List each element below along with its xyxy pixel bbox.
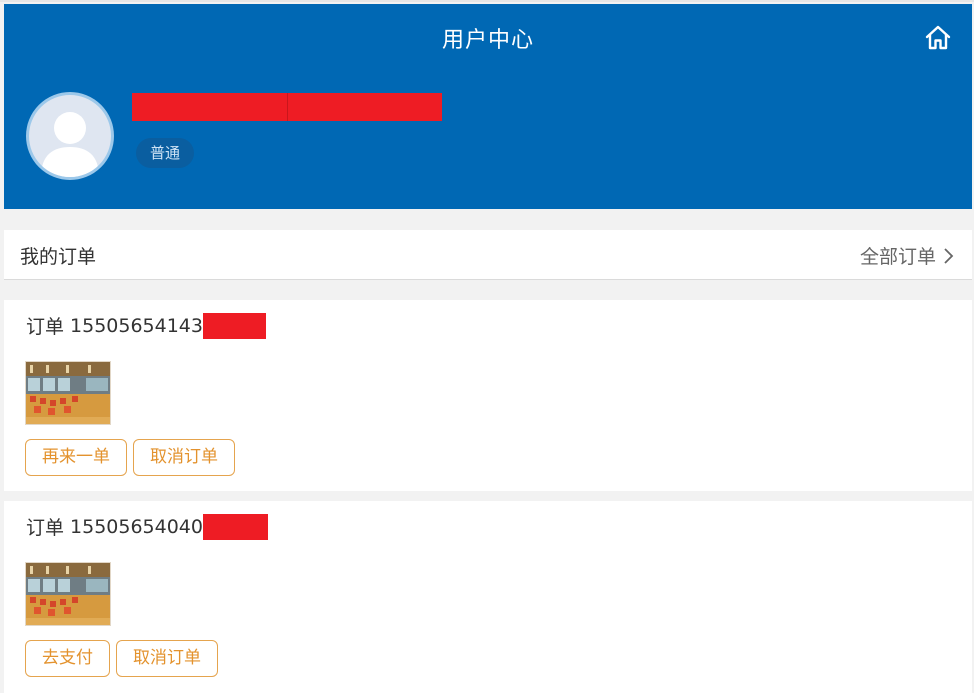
cancel-order-button[interactable]: 取消订单: [133, 439, 235, 476]
product-thumbnail[interactable]: [25, 361, 111, 425]
redacted-order-suffix: [203, 513, 268, 540]
cancel-order-button[interactable]: 取消订单: [116, 640, 218, 677]
all-orders-label: 全部订单: [859, 246, 936, 268]
order-number: 15505654143: [70, 314, 203, 337]
order-prefix: 订单: [26, 316, 65, 338]
order-actions: 去支付 取消订单: [25, 640, 218, 677]
my-orders-title: 我的订单: [20, 246, 97, 268]
default-avatar-icon: [41, 112, 99, 177]
reorder-button[interactable]: 再来一单: [25, 439, 127, 476]
chevron-right-icon: [944, 247, 954, 264]
order-id: 订单 15505654040: [26, 513, 268, 540]
my-orders-bar: 我的订单 全部订单: [4, 230, 972, 280]
order-card: 订单 15505654040 去支付 取消订单: [4, 501, 972, 693]
user-center-header: 用户中心 普通: [4, 4, 972, 209]
member-level-badge: 普通: [136, 138, 195, 168]
all-orders-link[interactable]: 全部订单: [860, 242, 954, 269]
venue-photo-image: [26, 362, 110, 424]
redacted-username: [132, 93, 442, 121]
avatar[interactable]: [26, 92, 114, 180]
order-number: 15505654040: [70, 515, 203, 538]
product-thumbnail[interactable]: [25, 562, 111, 626]
home-icon: [925, 25, 951, 50]
order-id: 订单 15505654143: [26, 312, 266, 339]
order-card: 订单 15505654143 再来一单 取消订单: [4, 300, 972, 491]
venue-photo-image: [26, 563, 110, 625]
page-title: 用户中心: [441, 28, 534, 53]
order-prefix: 订单: [26, 517, 65, 539]
redacted-order-suffix: [203, 312, 266, 339]
home-button[interactable]: [924, 24, 952, 52]
pay-button[interactable]: 去支付: [25, 640, 110, 677]
order-actions: 再来一单 取消订单: [25, 439, 235, 476]
page: 用户中心 普通 我的订单 全部订单 订单 15505654143 再来一单 取消…: [0, 0, 974, 693]
